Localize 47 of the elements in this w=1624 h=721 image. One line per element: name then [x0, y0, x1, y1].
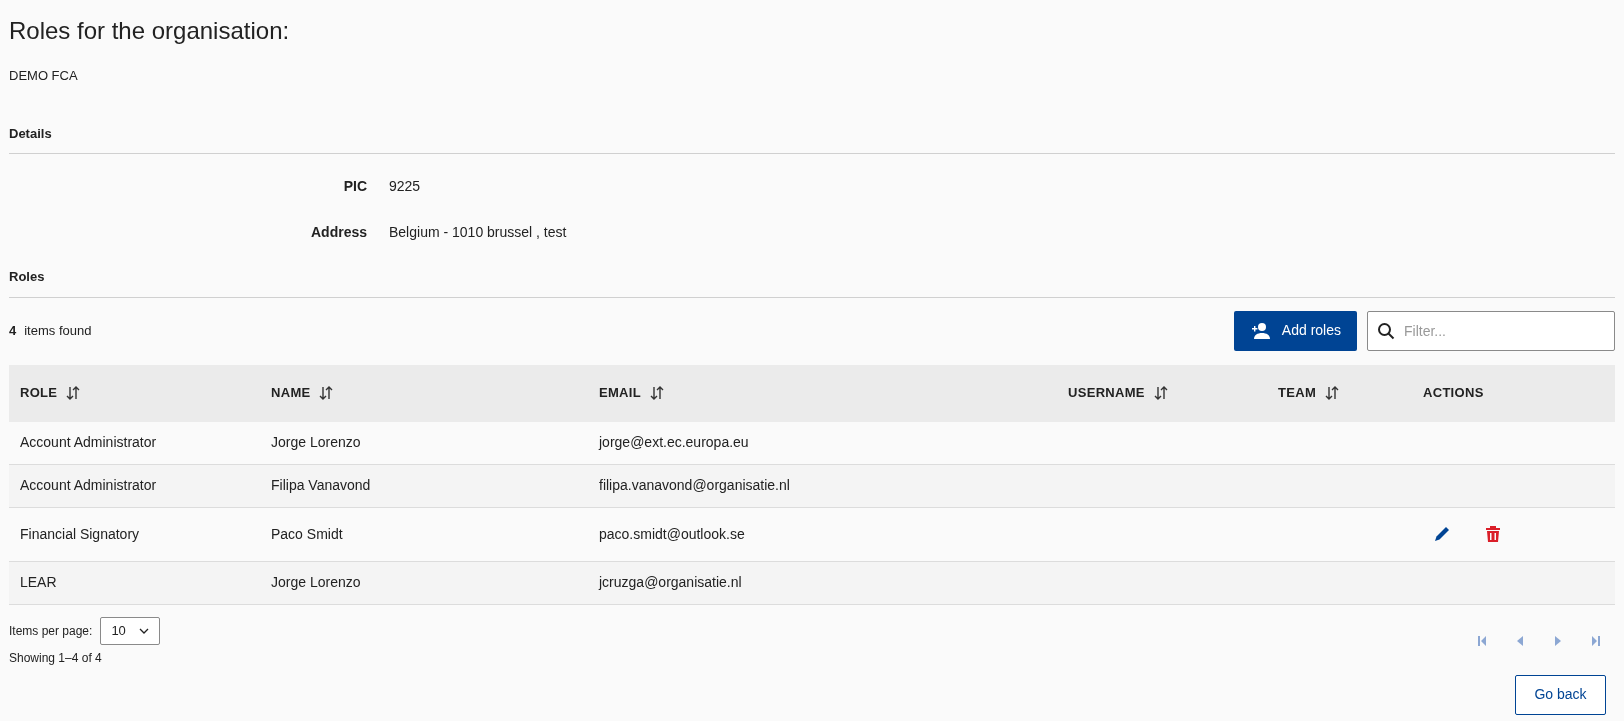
column-header: TEAM	[1278, 384, 1317, 403]
section-heading: Roles	[9, 267, 1615, 298]
field-value: 9225	[389, 177, 421, 196]
table-cell-text: Account Administrator	[19, 433, 158, 452]
sort-icon[interactable]	[65, 385, 82, 401]
table-cell-text: Jorge Lorenzo	[270, 573, 362, 592]
sort-icon[interactable]	[1324, 385, 1341, 401]
go-back-button[interactable]: Go back	[1515, 674, 1606, 715]
section-heading: Details	[9, 123, 1615, 154]
table-cell-text: filipa.vanavond@organisatie.nl	[598, 476, 791, 495]
column-header: EMAIL	[599, 384, 641, 403]
table-cell-text: jorge@ext.ec.europa.eu	[597, 433, 750, 452]
sort-icon[interactable]	[1152, 385, 1169, 401]
edit-button[interactable]	[1432, 524, 1452, 544]
field-value: Belgium - 1010 brussel , test	[389, 223, 567, 242]
chevron-down-icon	[139, 627, 150, 634]
items-per-page-label: Items per page:	[9, 622, 93, 640]
page-title: Roles for the organisation:	[9, 16, 291, 46]
field-label: PIC	[342, 177, 368, 196]
sort-icon[interactable]	[318, 385, 335, 401]
field-label: Address	[309, 223, 368, 242]
items-count: 4	[9, 321, 17, 340]
organisation-name: DEMO FCA	[9, 67, 79, 85]
delete-button[interactable]	[1484, 524, 1502, 544]
table-cell-text: jcruzga@organisatie.nl	[597, 573, 743, 592]
add-person-icon	[1249, 321, 1270, 340]
table-cell-text: Jorge Lorenzo	[270, 433, 362, 452]
table-cell-text: Financial Signatory	[19, 524, 141, 544]
filter-field[interactable]: Filter...	[1367, 310, 1615, 351]
table-cell-text: paco.smidt@outlook.se	[598, 524, 746, 544]
first-page-icon	[1476, 634, 1488, 647]
items-found-label: items found	[24, 321, 92, 340]
column-header: ACTIONS	[1423, 384, 1484, 403]
table-cell-text: Account Administrator	[19, 476, 158, 495]
table-cell-text: Paco Smidt	[270, 524, 344, 544]
search-icon	[1377, 321, 1395, 340]
column-header: USERNAME	[1068, 384, 1145, 403]
pencil-icon	[1434, 526, 1450, 542]
sort-icon[interactable]	[648, 385, 665, 401]
column-header: NAME	[271, 384, 311, 403]
showing-range: Showing 1–4 of 4	[9, 649, 103, 667]
last-page-icon	[1590, 634, 1602, 647]
add-roles-button[interactable]: Add roles	[1233, 310, 1357, 351]
table-cell-text: LEAR	[19, 573, 58, 592]
trash-icon	[1486, 526, 1500, 542]
column-header: ROLE	[20, 384, 58, 403]
table-cell-text: Filipa Vanavond	[270, 476, 372, 495]
